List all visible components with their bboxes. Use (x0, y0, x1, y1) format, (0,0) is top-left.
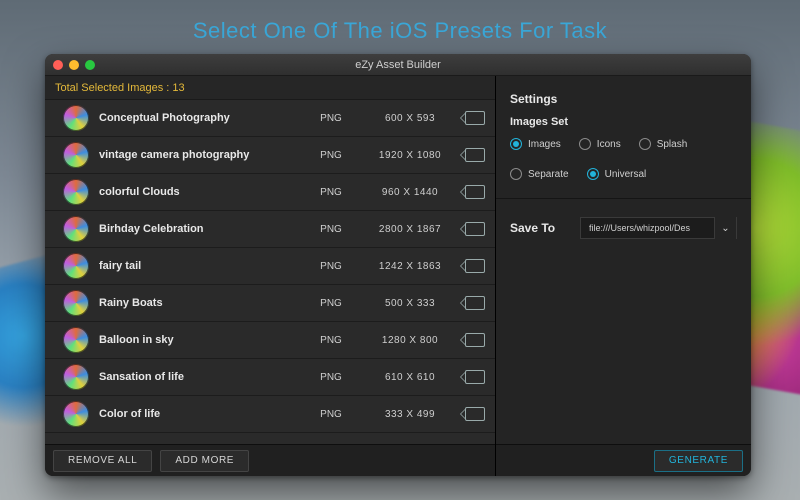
image-dimensions: 1242 X 1863 (365, 261, 455, 272)
remove-row-button[interactable] (465, 185, 485, 199)
image-row: Sansation of life PNG 610 X 610 (45, 359, 495, 396)
remove-row-button[interactable] (465, 370, 485, 384)
image-dimensions: 610 X 610 (365, 372, 455, 383)
image-dimensions: 600 X 593 (365, 113, 455, 124)
image-row: Balloon in sky PNG 1280 X 800 (45, 322, 495, 359)
images-set-heading: Images Set (510, 116, 737, 128)
remove-row-button[interactable] (465, 222, 485, 236)
images-set-mode-option[interactable]: Universal (587, 168, 647, 180)
save-to-input[interactable] (581, 223, 714, 233)
save-to-field: ⌄ (580, 217, 737, 239)
radio-label: Separate (528, 169, 569, 180)
remove-row-button[interactable] (465, 333, 485, 347)
thumbnail (63, 253, 89, 279)
image-name: Conceptual Photography (99, 112, 297, 124)
image-dimensions: 2800 X 1867 (365, 224, 455, 235)
image-format: PNG (307, 335, 355, 346)
thumbnail (63, 142, 89, 168)
image-dimensions: 333 X 499 (365, 409, 455, 420)
window-close-button[interactable] (53, 60, 63, 70)
thumbnail (63, 179, 89, 205)
window-minimize-button[interactable] (69, 60, 79, 70)
remove-row-button[interactable] (465, 111, 485, 125)
marketing-tagline: Select One Of The iOS Presets For Task (0, 18, 800, 44)
image-list: Conceptual Photography PNG 600 X 593 vintag… (45, 100, 495, 444)
image-dimensions: 960 X 1440 (365, 187, 455, 198)
image-row: Birhday Celebration PNG 2800 X 1867 (45, 211, 495, 248)
remove-row-button[interactable] (465, 296, 485, 310)
radio-label: Images (528, 139, 561, 150)
image-format: PNG (307, 298, 355, 309)
app-window: eZy Asset Builder Total Selected Images … (45, 54, 751, 476)
remove-row-button[interactable] (465, 148, 485, 162)
image-format: PNG (307, 113, 355, 124)
radio-label: Icons (597, 139, 621, 150)
image-format: PNG (307, 150, 355, 161)
image-format: PNG (307, 224, 355, 235)
image-format: PNG (307, 261, 355, 272)
images-set-type-option[interactable]: Splash (639, 138, 688, 150)
thumbnail (63, 401, 89, 427)
save-to-browse-button[interactable]: ⌄ (714, 217, 736, 239)
images-set-type-option[interactable]: Icons (579, 138, 621, 150)
images-set-mode-option[interactable]: Separate (510, 168, 569, 180)
radio-icon (579, 138, 591, 150)
selected-count: Total Selected Images : 13 (45, 76, 495, 100)
chevron-down-icon: ⌄ (721, 223, 729, 234)
image-row: fairy tail PNG 1242 X 1863 (45, 248, 495, 285)
remove-all-button[interactable]: REMOVE ALL (53, 450, 152, 472)
image-name: Sansation of life (99, 371, 297, 383)
settings-heading: Settings (510, 92, 737, 106)
window-title: eZy Asset Builder (45, 59, 751, 71)
generate-button[interactable]: GENERATE (654, 450, 743, 472)
image-dimensions: 1920 X 1080 (365, 150, 455, 161)
radio-label: Splash (657, 139, 688, 150)
radio-icon (510, 138, 522, 150)
radio-label: Universal (605, 169, 647, 180)
thumbnail (63, 105, 89, 131)
radio-icon (510, 168, 522, 180)
radio-icon (587, 168, 599, 180)
add-more-button[interactable]: ADD MORE (160, 450, 249, 472)
settings-pane: Settings Images Set Images Icons Splash Se… (496, 76, 751, 476)
titlebar: eZy Asset Builder (45, 54, 751, 76)
image-format: PNG (307, 372, 355, 383)
image-format: PNG (307, 409, 355, 420)
image-row: Color of life PNG 333 X 499 (45, 396, 495, 433)
images-pane: Total Selected Images : 13 Conceptual Ph… (45, 76, 496, 476)
image-format: PNG (307, 187, 355, 198)
remove-row-button[interactable] (465, 407, 485, 421)
radio-icon (639, 138, 651, 150)
image-name: colorful Clouds (99, 186, 297, 198)
image-name: Birhday Celebration (99, 223, 297, 235)
thumbnail (63, 216, 89, 242)
image-name: Rainy Boats (99, 297, 297, 309)
divider (496, 198, 751, 199)
save-to-label: Save To (510, 221, 570, 235)
window-zoom-button[interactable] (85, 60, 95, 70)
right-toolbar: GENERATE (496, 444, 751, 476)
images-set-type-group: Images Icons Splash (510, 138, 737, 150)
thumbnail (63, 327, 89, 353)
remove-row-button[interactable] (465, 259, 485, 273)
image-dimensions: 500 X 333 (365, 298, 455, 309)
image-dimensions: 1280 X 800 (365, 335, 455, 346)
left-toolbar: REMOVE ALL ADD MORE (45, 444, 495, 476)
image-row: Conceptual Photography PNG 600 X 593 (45, 100, 495, 137)
image-row: colorful Clouds PNG 960 X 1440 (45, 174, 495, 211)
image-name: Color of life (99, 408, 297, 420)
image-name: Balloon in sky (99, 334, 297, 346)
thumbnail (63, 364, 89, 390)
images-set-mode-group: Separate Universal (510, 168, 737, 180)
images-set-type-option[interactable]: Images (510, 138, 561, 150)
thumbnail (63, 290, 89, 316)
image-row: vintage camera photography PNG 1920 X 1080 (45, 137, 495, 174)
image-name: vintage camera photography (99, 149, 297, 161)
image-name: fairy tail (99, 260, 297, 272)
image-row: Rainy Boats PNG 500 X 333 (45, 285, 495, 322)
